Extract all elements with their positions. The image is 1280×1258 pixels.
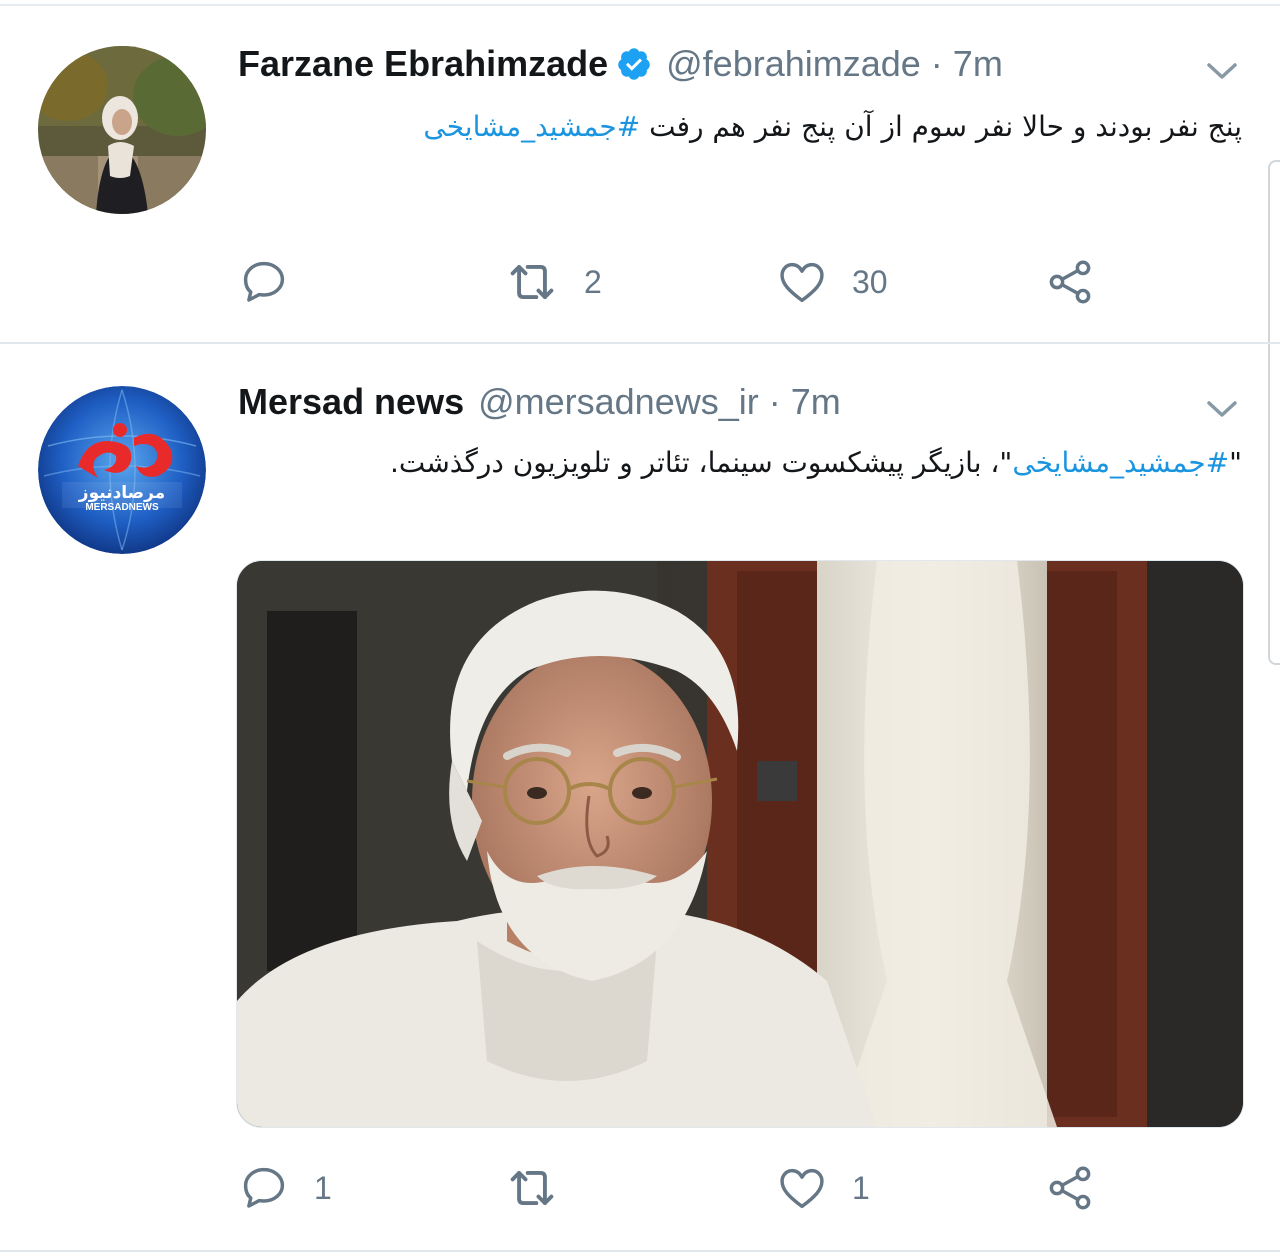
tweet-card[interactable]: Farzane Ebrahimzade @febrahimzade · 7m پ… — [0, 6, 1280, 342]
tweet-divider — [0, 1250, 1280, 1252]
tweet-text: پنج نفر بودند و حالا نفر سوم از آن پنج ن… — [238, 100, 1242, 154]
avatar[interactable] — [38, 46, 206, 214]
tweet-photo[interactable] — [236, 560, 1244, 1128]
mersad-logo: مرصادنیوز MERSADNEWS — [38, 386, 206, 554]
tweet-actions: 1 1 — [238, 1160, 1138, 1216]
hashtag-link[interactable]: #جمشید_مشایخی — [1012, 446, 1229, 479]
reply-icon — [243, 1167, 285, 1208]
logo-latin-text: MERSADNEWS — [85, 502, 159, 513]
reply-icon — [243, 261, 285, 302]
retweet-button[interactable]: 2 — [504, 254, 602, 310]
tweet-actions: 2 30 — [238, 254, 1138, 310]
author-handle[interactable]: @mersadnews_ir — [478, 381, 759, 423]
chevron-down-icon[interactable] — [1206, 62, 1238, 82]
timestamp[interactable]: 7m — [791, 381, 841, 423]
tweet-text: "#جمشید_مشایخی"، بازیگر پیشکسوت سینما، ت… — [238, 436, 1242, 490]
avatar[interactable]: مرصادنیوز MERSADNEWS — [38, 386, 206, 554]
header-separator: · — [768, 381, 781, 422]
author-name[interactable]: Farzane Ebrahimzade — [238, 43, 608, 85]
quote-mark: " — [1229, 446, 1242, 479]
retweet-button[interactable] — [504, 1160, 584, 1216]
timestamp[interactable]: 7m — [953, 43, 1003, 85]
tweet-text-rest: "، بازیگر پیشکسوت سینما، تئاتر و تلویزیو… — [389, 446, 1013, 479]
reply-count: 1 — [314, 1169, 332, 1206]
author-handle[interactable]: @febrahimzade — [666, 43, 921, 85]
logo-text: مرصادنیوز — [78, 483, 165, 503]
chevron-down-icon[interactable] — [1206, 400, 1238, 420]
retweet-icon — [510, 1170, 554, 1206]
like-button[interactable]: 1 — [776, 1160, 870, 1216]
tweet-card[interactable]: مرصادنیوز MERSADNEWS Mersad news @mersad… — [0, 344, 1280, 1248]
tweet-header: Farzane Ebrahimzade @febrahimzade · 7m — [238, 42, 1003, 86]
header-separator: · — [930, 43, 943, 84]
tweet-text-plain: پنج نفر بودند و حالا نفر سوم از آن پنج ن… — [640, 110, 1242, 143]
share-button[interactable] — [1044, 1160, 1096, 1216]
like-button[interactable]: 30 — [776, 254, 888, 310]
retweet-count: 2 — [584, 263, 602, 300]
like-count: 30 — [852, 263, 888, 300]
hashtag-link[interactable]: #جمشید_مشایخی — [423, 110, 640, 143]
portrait-photo — [237, 561, 1243, 1127]
retweet-icon — [510, 264, 554, 300]
author-name[interactable]: Mersad news — [238, 381, 464, 423]
verified-badge-icon — [616, 46, 652, 82]
tweet-header: Mersad news @mersadnews_ir · 7m — [238, 380, 841, 424]
share-icon — [1049, 1166, 1091, 1210]
like-icon — [780, 1168, 824, 1209]
share-button[interactable] — [1044, 254, 1096, 310]
avatar-photo — [38, 46, 206, 214]
reply-button[interactable] — [238, 254, 314, 310]
reply-button[interactable]: 1 — [238, 1160, 332, 1216]
share-icon — [1049, 260, 1091, 304]
like-icon — [780, 262, 824, 303]
like-count: 1 — [852, 1169, 870, 1206]
